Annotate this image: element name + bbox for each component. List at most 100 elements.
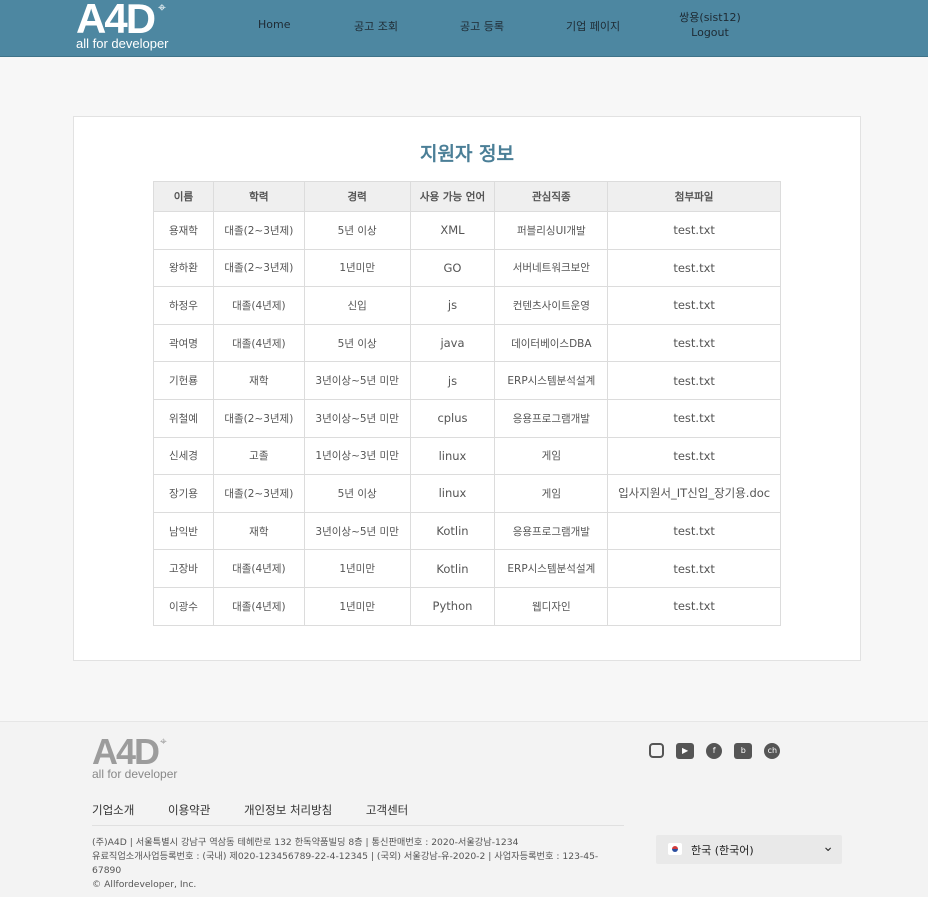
cell-interest: 게임 bbox=[494, 436, 609, 476]
cell-attachment[interactable]: test.txt bbox=[607, 549, 781, 588]
blog-icon[interactable]: b bbox=[734, 742, 753, 759]
cursor-icon: ⌖ bbox=[158, 0, 166, 16]
cell-name: 고장바 bbox=[153, 549, 214, 588]
language-select[interactable]: 한국 (한국어) ⌄ bbox=[656, 835, 842, 864]
company-info-line: © Allfordeveloper, Inc. bbox=[92, 879, 197, 890]
cell-attachment[interactable]: test.txt bbox=[607, 398, 781, 438]
table-row: 남익반 재학 3년이상~5년 미만 Kotlin 응용프로그램개발 test.txt bbox=[153, 511, 781, 551]
header-language: 사용 가능 언어 bbox=[409, 181, 496, 212]
cell-language: GO bbox=[409, 248, 496, 288]
cell-interest: 컨텐츠사이트운영 bbox=[494, 286, 609, 325]
cell-education: 재학 bbox=[212, 511, 305, 551]
cell-education: 대졸(2~3년제) bbox=[212, 398, 305, 438]
cell-education: 대졸(4년제) bbox=[212, 323, 305, 363]
cell-education: 대졸(4년제) bbox=[212, 586, 305, 626]
kakao-channel-icon[interactable]: ch bbox=[764, 742, 781, 759]
language-label: 한국 (한국어) bbox=[691, 844, 754, 857]
header-name: 이름 bbox=[153, 181, 214, 212]
nav-company-page[interactable]: 기업 페이지 bbox=[566, 18, 620, 34]
cell-career: 3년이상~5년 미만 bbox=[303, 398, 411, 438]
table-row: 용재학 대졸(2~3년제) 5년 이상 XML 퍼블리싱UI개발 test.txt bbox=[153, 211, 781, 250]
cell-attachment[interactable]: 입사지원서_IT신입_장기용.doc bbox=[607, 474, 781, 513]
cell-language: XML bbox=[409, 211, 496, 250]
cell-career: 1년미만 bbox=[303, 586, 411, 626]
logo-tagline: all for developer bbox=[76, 36, 169, 51]
header-interest: 관심직종 bbox=[494, 181, 609, 212]
cell-interest: ERP시스템분석설계 bbox=[494, 361, 609, 400]
cell-attachment[interactable]: test.txt bbox=[607, 323, 781, 363]
footer-link-terms[interactable]: 이용약관 bbox=[168, 803, 210, 817]
logout-link[interactable]: Logout bbox=[668, 25, 752, 40]
cell-language: java bbox=[409, 323, 496, 363]
instagram-icon[interactable] bbox=[649, 743, 664, 758]
cell-attachment[interactable]: test.txt bbox=[607, 586, 781, 626]
cell-name: 하정우 bbox=[153, 286, 214, 325]
cell-education: 대졸(4년제) bbox=[212, 286, 305, 325]
cell-education: 대졸(2~3년제) bbox=[212, 211, 305, 250]
top-navigation-bar: A4D ⌖ all for developer Home 공고 조회 공고 등록… bbox=[0, 0, 928, 57]
cell-name: 위철예 bbox=[153, 398, 214, 438]
company-info-line: (주)A4D | 서울특별시 강남구 역삼동 테헤란로 132 한독약품빌딩 8… bbox=[92, 837, 519, 848]
table-row: 고장바 대졸(4년제) 1년미만 Kotlin ERP시스템분석설계 test.txt bbox=[153, 549, 781, 588]
cell-attachment[interactable]: test.txt bbox=[607, 436, 781, 476]
cell-education: 대졸(2~3년제) bbox=[212, 474, 305, 513]
cell-career: 3년이상~5년 미만 bbox=[303, 361, 411, 400]
cell-attachment[interactable]: test.txt bbox=[607, 248, 781, 288]
cell-career: 1년이상~3년 미만 bbox=[303, 436, 411, 476]
cell-attachment[interactable]: test.txt bbox=[607, 511, 781, 551]
header-education: 학력 bbox=[212, 181, 305, 212]
page-title: 지원자 정보 bbox=[419, 143, 514, 165]
applicant-table: 이름 학력 경력 사용 가능 언어 관심직종 첨부파일 용재학 대졸(2~3년제)… bbox=[153, 181, 781, 626]
chevron-down-icon: ⌄ bbox=[822, 839, 834, 855]
footer-links: 기업소개 이용약관 개인정보 처리방침 고객센터 bbox=[92, 802, 438, 818]
cell-attachment[interactable]: test.txt bbox=[607, 361, 781, 400]
header-attachment: 첨부파일 bbox=[607, 181, 781, 212]
nav-job-post[interactable]: 공고 등록 bbox=[460, 18, 504, 34]
table-row: 곽여명 대졸(4년제) 5년 이상 java 데이터베이스DBA test.txt bbox=[153, 323, 781, 363]
user-name: 쌍용(sist12) bbox=[679, 11, 741, 24]
table-row: 이광수 대졸(4년제) 1년미만 Python 웹디자인 test.txt bbox=[153, 586, 781, 626]
korea-flag-icon bbox=[668, 843, 682, 855]
footer-link-privacy[interactable]: 개인정보 처리방침 bbox=[244, 803, 332, 817]
table-row: 하정우 대졸(4년제) 신입 js 컨텐츠사이트운영 test.txt bbox=[153, 286, 781, 325]
cell-language: linux bbox=[409, 474, 496, 513]
cell-education: 재학 bbox=[212, 361, 305, 400]
header-career: 경력 bbox=[303, 181, 411, 212]
footer-link-support[interactable]: 고객센터 bbox=[366, 803, 408, 817]
cell-attachment[interactable]: test.txt bbox=[607, 211, 781, 250]
footer-logo[interactable]: A4D ⌖ all for developer bbox=[92, 732, 192, 782]
cell-career: 1년미만 bbox=[303, 248, 411, 288]
cell-education: 대졸(2~3년제) bbox=[212, 248, 305, 288]
nav-home[interactable]: Home bbox=[258, 18, 290, 31]
cell-name: 신세경 bbox=[153, 436, 214, 476]
cell-interest: ERP시스템분석설계 bbox=[494, 549, 609, 588]
facebook-icon[interactable]: f bbox=[706, 742, 723, 759]
user-box: 쌍용(sist12) Logout bbox=[668, 10, 752, 40]
footer: A4D ⌖ all for developer 기업소개 이용약관 개인정보 처… bbox=[0, 721, 928, 897]
cell-interest: 데이터베이스DBA bbox=[494, 323, 609, 363]
youtube-icon[interactable]: ▶ bbox=[676, 742, 695, 759]
cell-career: 1년미만 bbox=[303, 549, 411, 588]
nav-job-search[interactable]: 공고 조회 bbox=[354, 18, 398, 34]
cell-career: 5년 이상 bbox=[303, 211, 411, 250]
table-header-row: 이름 학력 경력 사용 가능 언어 관심직종 첨부파일 bbox=[153, 181, 781, 212]
brand-logo[interactable]: A4D ⌖ all for developer bbox=[76, 0, 186, 54]
cell-language: cplus bbox=[409, 398, 496, 438]
cell-education: 고졸 bbox=[212, 436, 305, 476]
cell-career: 3년이상~5년 미만 bbox=[303, 511, 411, 551]
cell-interest: 웹디자인 bbox=[494, 586, 609, 626]
footer-logo-tagline: all for developer bbox=[92, 767, 178, 781]
cell-language: js bbox=[409, 286, 496, 325]
cell-name: 이광수 bbox=[153, 586, 214, 626]
table-row: 왕하환 대졸(2~3년제) 1년미만 GO 서버네트워크보안 test.txt bbox=[153, 248, 781, 288]
cell-language: js bbox=[409, 361, 496, 400]
company-info: (주)A4D | 서울특별시 강남구 역삼동 테헤란로 132 한독약품빌딩 8… bbox=[92, 836, 612, 892]
footer-link-about[interactable]: 기업소개 bbox=[92, 803, 134, 817]
cell-language: Python bbox=[409, 586, 496, 626]
cell-language: Kotlin bbox=[409, 549, 496, 588]
cell-name: 남익반 bbox=[153, 511, 214, 551]
cell-career: 5년 이상 bbox=[303, 323, 411, 363]
cell-language: linux bbox=[409, 436, 496, 476]
cell-attachment[interactable]: test.txt bbox=[607, 286, 781, 325]
cell-name: 왕하환 bbox=[153, 248, 214, 288]
